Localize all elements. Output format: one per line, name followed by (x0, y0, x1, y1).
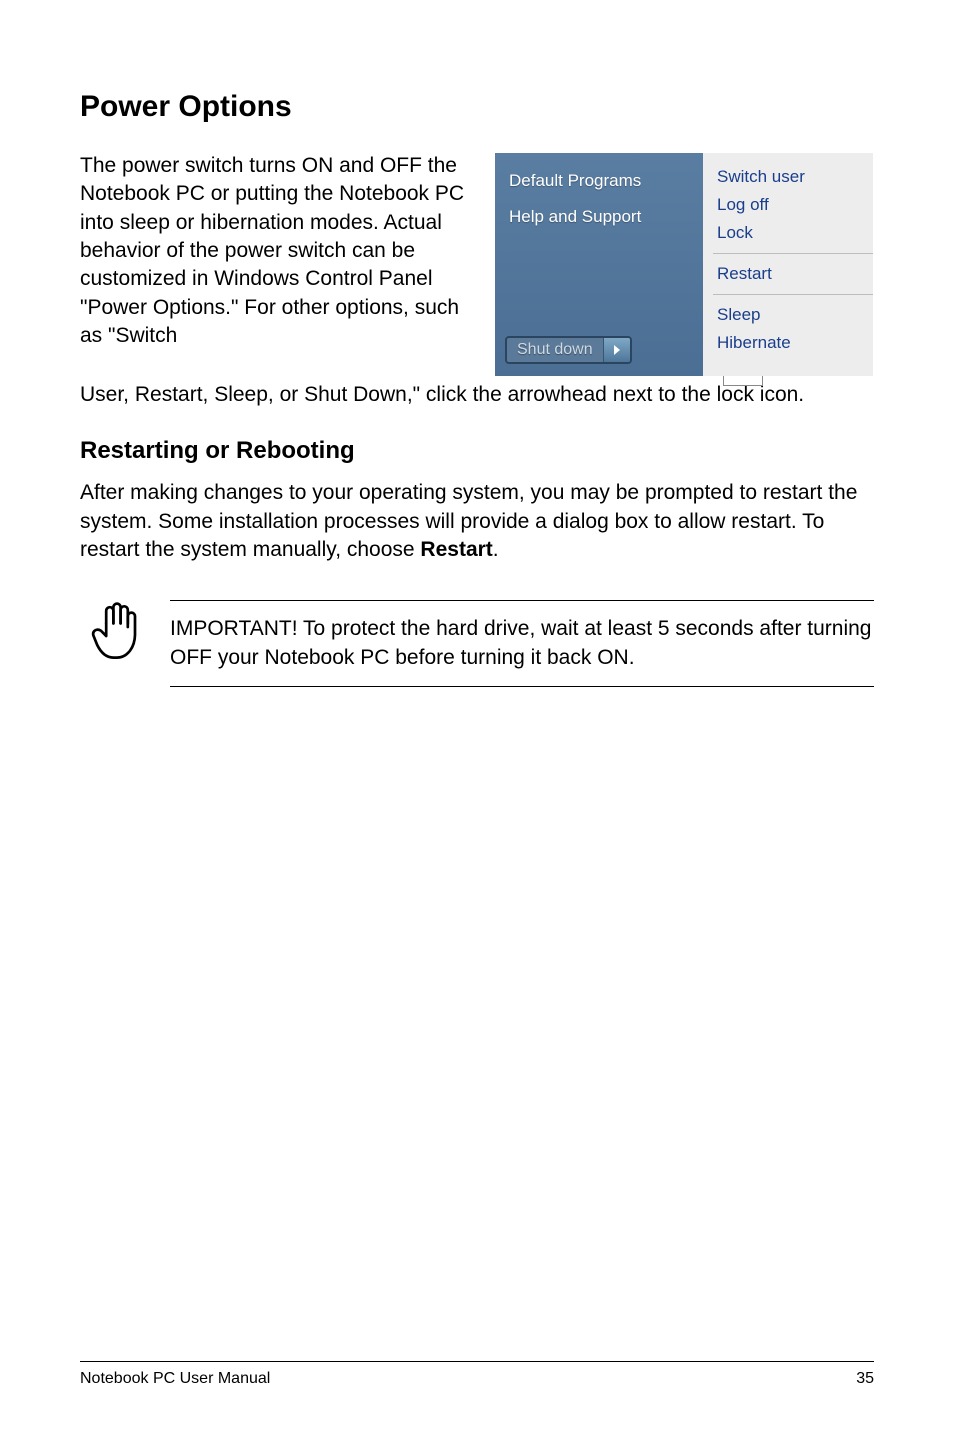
restarting-text-post: . (493, 538, 499, 561)
menu-divider (713, 253, 873, 254)
menu-sleep[interactable]: Sleep (717, 301, 873, 329)
footer-manual-title: Notebook PC User Manual (80, 1370, 270, 1388)
power-context-menu: Switch user Log off Lock Restart Sleep H… (703, 153, 873, 376)
restart-bold: Restart (420, 538, 492, 561)
menu-hibernate[interactable]: Hibernate (717, 329, 873, 357)
page-title: Power Options (80, 90, 874, 124)
intro-paragraph-left: The power switch turns ON and OFF the No… (80, 152, 476, 377)
help-support-link[interactable]: Help and Support (509, 207, 705, 227)
chevron-right-icon (612, 345, 622, 355)
page-footer: Notebook PC User Manual 35 (80, 1361, 874, 1388)
shutdown-button[interactable]: Shut down (507, 338, 604, 362)
shutdown-arrow-button[interactable] (604, 338, 630, 362)
default-programs-link[interactable]: Default Programs (509, 171, 705, 191)
power-menu-screenshot: Default Programs Help and Support Shut d… (494, 152, 874, 377)
intro-row: The power switch turns ON and OFF the No… (80, 152, 874, 377)
menu-lock[interactable]: Lock (717, 219, 873, 247)
sub-heading: Restarting or Rebooting (80, 437, 874, 465)
menu-log-off[interactable]: Log off (717, 191, 873, 219)
hand-icon (90, 600, 144, 668)
start-panel-left: Default Programs Help and Support Shut d… (495, 153, 705, 376)
important-callout: IMPORTANT! To protect the hard drive, wa… (90, 600, 874, 687)
restarting-paragraph: After making changes to your operating s… (80, 479, 874, 564)
callout-text: IMPORTANT! To protect the hard drive, wa… (170, 600, 874, 687)
menu-switch-user[interactable]: Switch user (717, 163, 873, 191)
screenshot-tab-decoration (723, 376, 763, 386)
footer-page-number: 35 (856, 1370, 874, 1388)
shutdown-split-button[interactable]: Shut down (505, 336, 632, 364)
menu-divider (713, 294, 873, 295)
menu-restart[interactable]: Restart (717, 260, 873, 288)
